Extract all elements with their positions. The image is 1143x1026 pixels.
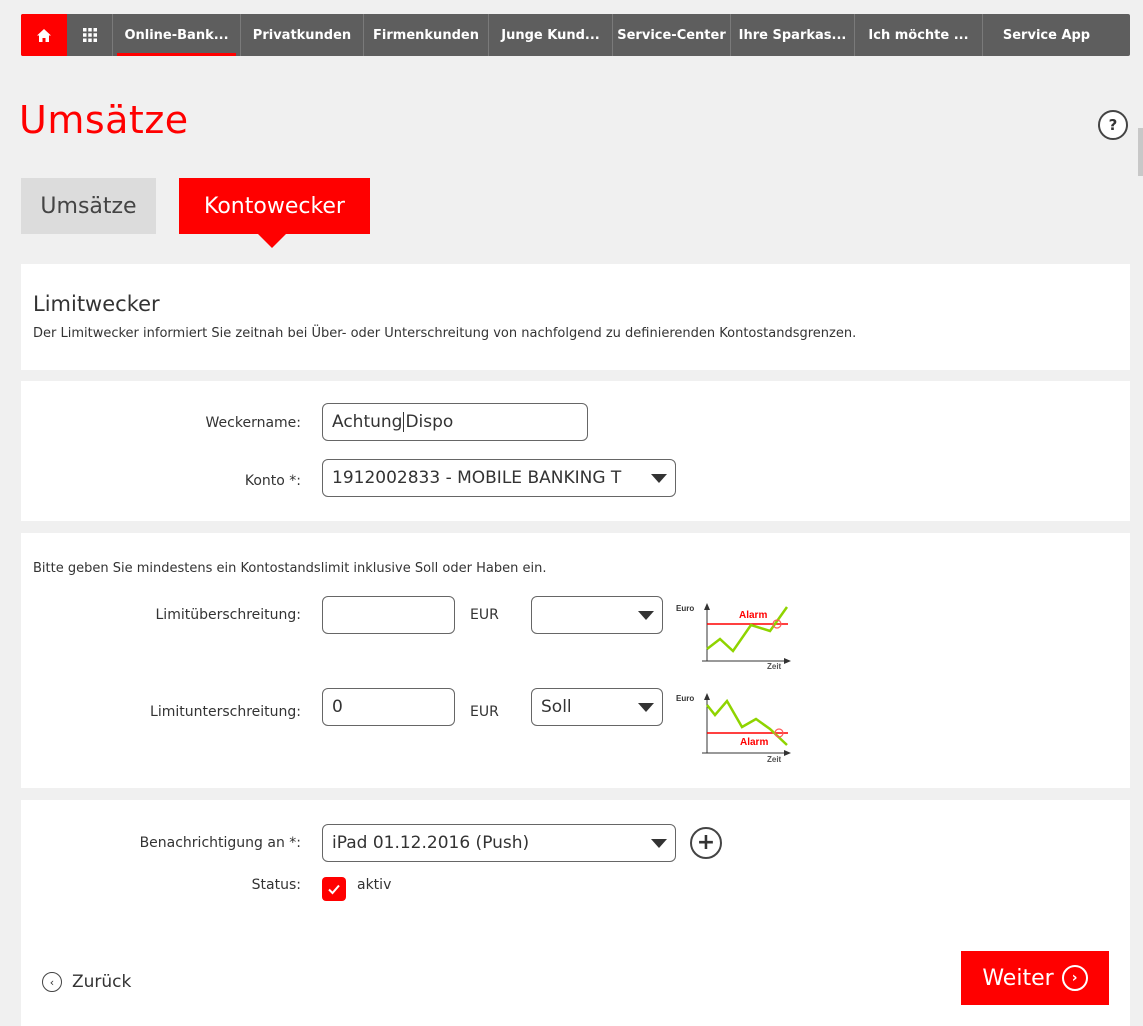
chart-alarm-label: Alarm — [740, 737, 768, 748]
nav-ich-moechte[interactable]: Ich möchte ... — [855, 14, 983, 56]
intro-card: Limitwecker Der Limitwecker informiert S… — [21, 264, 1130, 370]
text-cursor — [403, 412, 405, 432]
chevron-down-icon — [651, 839, 667, 848]
chevron-down-icon — [651, 474, 667, 483]
next-label: Weiter — [982, 965, 1054, 991]
chart-zeit-label: Zeit — [767, 755, 782, 763]
limit-under-label: Limitunterschreitung: — [150, 704, 301, 720]
section-heading: Limitwecker — [33, 292, 160, 316]
weckername-label: Weckername: — [205, 415, 301, 431]
apps-menu-button[interactable] — [67, 14, 113, 56]
notification-select[interactable]: iPad 01.12.2016 (Push) — [322, 824, 676, 862]
back-link[interactable]: ‹ Zurück — [42, 972, 131, 992]
nav-service-center[interactable]: Service-Center — [613, 14, 731, 56]
scrollbar-thumb[interactable] — [1138, 128, 1143, 176]
tab-umsaetze[interactable]: Umsätze — [21, 178, 156, 234]
weckername-value-part2: Dispo — [405, 412, 454, 432]
limits-hint: Bitte geben Sie mindestens ein Kontostan… — [33, 561, 547, 576]
tab-kontowecker[interactable]: Kontowecker — [179, 178, 370, 234]
nav-firmenkunden[interactable]: Firmenkunden — [364, 14, 489, 56]
help-button[interactable]: ? — [1098, 110, 1128, 140]
nav-junge-kunden[interactable]: Junge Kund... — [489, 14, 613, 56]
back-label: Zurück — [72, 972, 132, 992]
limit-under-type-select[interactable]: Soll — [531, 688, 663, 726]
weckername-input[interactable]: Achtung Dispo — [322, 403, 588, 441]
status-checkbox[interactable] — [322, 877, 346, 901]
chart-euro-label: Euro — [676, 604, 694, 613]
status-label: Status: — [251, 877, 301, 893]
limit-over-chart: Euro Alarm Zeit — [676, 603, 791, 669]
add-device-button[interactable]: + — [690, 827, 722, 859]
limit-over-label: Limitüberschreitung: — [155, 607, 302, 623]
limits-card: Bitte geben Sie mindestens ein Kontostan… — [21, 533, 1130, 788]
next-button[interactable]: Weiter › — [961, 951, 1109, 1005]
home-icon — [37, 28, 51, 42]
notification-selected-value: iPad 01.12.2016 (Push) — [332, 833, 530, 853]
chart-alarm-label: Alarm — [739, 610, 767, 621]
limit-over-currency: EUR — [470, 607, 499, 623]
konto-select[interactable]: 1912002833 - MOBILE BANKING T — [322, 459, 676, 497]
chevron-left-icon: ‹ — [42, 972, 62, 992]
home-button[interactable] — [21, 14, 67, 56]
chart-zeit-label: Zeit — [767, 662, 782, 669]
chevron-right-icon: › — [1061, 965, 1088, 991]
nav-online-banking[interactable]: Online-Bank... — [113, 14, 241, 56]
top-navigation: Online-Bank... Privatkunden Firmenkunden… — [21, 14, 1130, 56]
konto-label: Konto *: — [244, 473, 301, 489]
status-value: aktiv — [357, 877, 392, 893]
active-tab-indicator — [258, 234, 286, 248]
notification-label: Benachrichtigung an *: — [139, 835, 301, 851]
nav-ihre-sparkasse[interactable]: Ihre Sparkas... — [731, 14, 855, 56]
section-description: Der Limitwecker informiert Sie zeitnah b… — [33, 326, 857, 341]
limit-under-type-value: Soll — [541, 697, 572, 717]
chevron-down-icon — [638, 703, 654, 712]
notification-card: Benachrichtigung an *: iPad 01.12.2016 (… — [21, 800, 1130, 1026]
page-title: Umsätze — [19, 98, 189, 142]
chevron-down-icon — [638, 611, 654, 620]
grid-icon — [82, 28, 97, 42]
checkmark-icon — [328, 884, 340, 895]
limit-over-type-select[interactable] — [531, 596, 663, 634]
chart-euro-label: Euro — [676, 694, 694, 703]
limit-under-input[interactable]: 0 — [322, 688, 455, 726]
konto-selected-value: 1912002833 - MOBILE BANKING T — [332, 468, 622, 488]
account-card: Weckername: Achtung Dispo Konto *: 191200… — [21, 381, 1130, 521]
nav-privatkunden[interactable]: Privatkunden — [241, 14, 364, 56]
limit-under-chart: Euro Alarm Zeit — [676, 693, 791, 763]
nav-service-app[interactable]: Service App — [983, 14, 1110, 56]
limit-under-currency: EUR — [470, 704, 499, 720]
limit-over-input[interactable] — [322, 596, 455, 634]
weckername-value-part1: Achtung — [332, 412, 403, 432]
